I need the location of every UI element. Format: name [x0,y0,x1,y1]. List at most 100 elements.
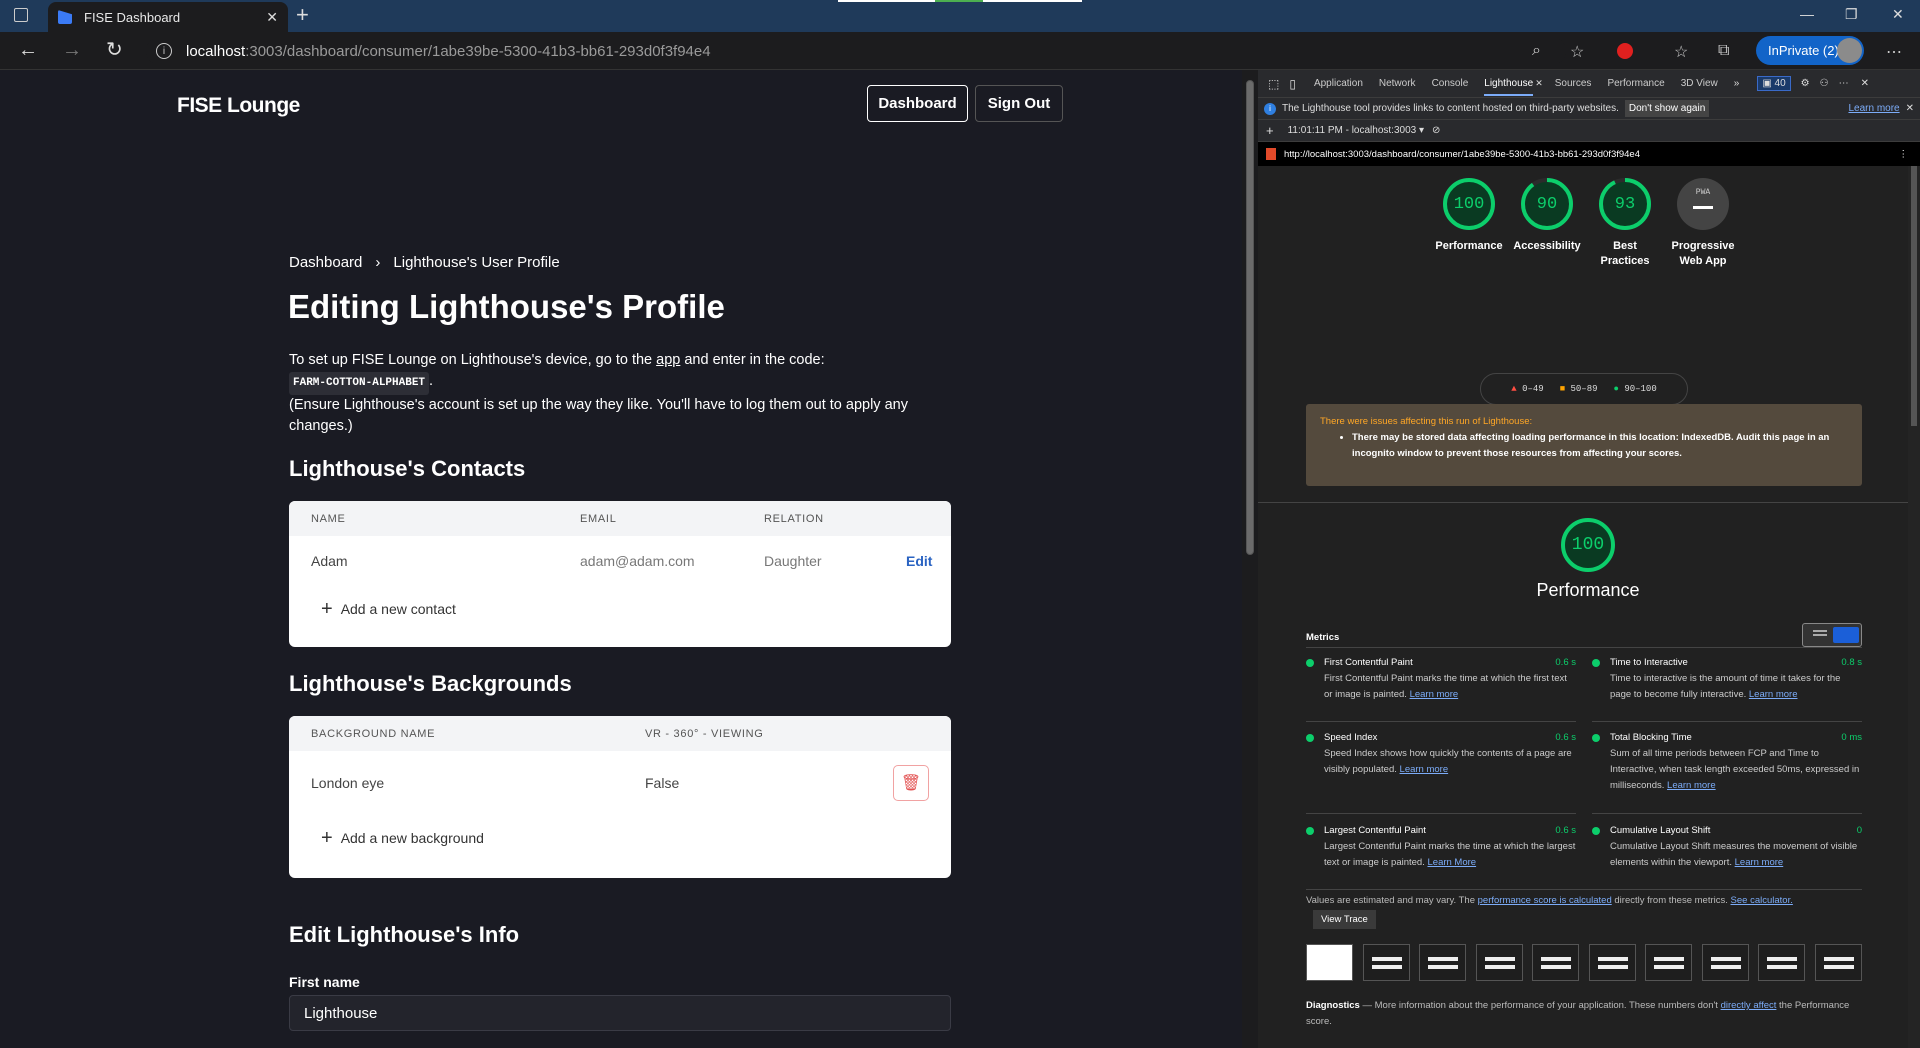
collections-icon[interactable]: ⧉ [1718,42,1729,60]
metric-value: 0.6 s [1555,732,1576,743]
extension-icon[interactable] [1617,43,1633,59]
sign-out-button[interactable]: Sign Out [975,85,1063,122]
legend-pass-label: 90–100 [1624,384,1657,394]
close-window-icon[interactable]: ✕ [1892,6,1904,23]
performance-gauge[interactable]: 100 [1441,176,1497,232]
intro-note: (Ensure Lighthouse's account is set up t… [289,397,908,434]
dashboard-button[interactable]: Dashboard [867,85,968,122]
breadcrumb-dashboard[interactable]: Dashboard [289,254,362,271]
back-icon[interactable]: ← [18,40,38,60]
devtools-menu-icon[interactable]: ⋯ [1839,78,1849,89]
metrics-view-toggle[interactable] [1802,623,1862,647]
learn-more-link[interactable]: Learn more [1735,857,1784,868]
best-practices-gauge[interactable]: 93 [1597,176,1653,232]
inspect-icon[interactable]: ⬚ [1268,77,1279,91]
add-contact-label: Add a new contact [340,601,456,617]
accessibility-gauge[interactable]: 90 [1519,176,1575,232]
metric-divider [1592,813,1862,814]
score-legend: ▲ 0–49 ■ 50–89 ● 90–100 [1480,373,1688,405]
tab-application[interactable]: Application [1314,78,1363,89]
restore-icon[interactable]: ❐ [1845,6,1858,23]
tab-lighthouse[interactable]: Lighthouse [1484,78,1534,96]
url-field[interactable]: i localhost:3003/dashboard/consumer/1abe… [146,37,1566,65]
expanded-view-icon[interactable] [1833,627,1859,643]
learn-more-link[interactable]: Learn More [1428,857,1477,868]
metric-divider [1306,813,1576,814]
score-calculated-link[interactable]: performance score is calculated [1478,895,1612,906]
app-link[interactable]: app [656,352,680,368]
dont-show-again-button[interactable]: Don't show again [1624,100,1710,117]
edit-contact-link[interactable]: Edit [906,553,932,569]
refresh-icon[interactable]: ↻ [106,40,123,60]
add-favorite-icon[interactable]: ☆ [1570,42,1584,62]
backgrounds-table: BACKGROUND NAME VR - 360° - VIEWING Lond… [289,716,951,878]
pwa-gauge[interactable]: PWA [1675,176,1731,232]
add-background-label: Add a new background [340,830,484,846]
close-tab-icon[interactable]: ✕ [1535,78,1543,89]
brand-logo[interactable]: FISE Lounge [177,94,300,118]
learn-more-link[interactable]: Learn more [1667,780,1716,791]
first-name-input[interactable]: Lighthouse [289,995,951,1031]
favorites-icon[interactable]: ☆ [1674,42,1688,62]
metric-desc: Sum of all time periods between FCP and … [1610,748,1860,791]
browser-tab[interactable]: FISE Dashboard ✕ [48,2,288,32]
device-toggle-icon[interactable]: ▯ [1289,77,1296,91]
warning-box: There were issues affecting this run of … [1306,404,1862,486]
clear-reports-icon[interactable]: ⊘ [1432,125,1440,136]
view-trace-button[interactable]: View Trace [1313,910,1376,929]
directly-affect-link[interactable]: directly affect [1721,1000,1777,1011]
zoom-icon[interactable]: ⌕ [1532,42,1541,60]
metric-title: Total Blocking Time [1610,732,1692,743]
learn-more-link[interactable]: Learn more [1400,764,1449,775]
col-vr-viewing: VR - 360° - VIEWING [645,727,764,740]
forward-icon[interactable]: → [62,40,82,60]
see-calculator-link[interactable]: See calculator. [1731,895,1793,906]
devtools-scroll-thumb[interactable] [1911,166,1917,426]
minimize-icon[interactable]: — [1800,6,1814,22]
infobar-learn-more[interactable]: Learn more [1848,103,1899,114]
gauge-label: Best Practices [1600,240,1650,267]
new-tab-icon[interactable]: + [296,4,309,26]
report-menu-icon[interactable]: ⋮ [1899,149,1909,160]
code-period: . [429,373,434,389]
add-contact-button[interactable]: + Add a new contact [289,586,951,632]
frame-bar [1598,965,1628,969]
tab-console[interactable]: Console [1432,78,1469,89]
intro-text-suffix: and enter in the code: [680,352,825,368]
learn-more-link[interactable]: Learn more [1749,689,1798,700]
metric-value: 0.6 s [1555,657,1576,668]
pwa-text: PWA [1695,188,1711,197]
tab-network[interactable]: Network [1379,78,1416,89]
backgrounds-heading: Lighthouse's Backgrounds [289,671,572,696]
close-infobar-icon[interactable]: ✕ [1906,103,1914,114]
run-selector[interactable]: 11:01:11 PM - localhost:3003 ▾ [1288,125,1424,136]
info-icon: i [1264,102,1276,115]
warning-title: There were issues affecting this run of … [1320,416,1533,427]
scrollbar-thumb[interactable] [1246,80,1254,555]
more-tabs-icon[interactable]: » [1734,78,1740,89]
add-background-button[interactable]: + Add a new background [289,815,951,861]
inprivate-label: InPrivate (2) [1768,43,1839,58]
tab-performance[interactable]: Performance [1607,78,1664,89]
devtools-scrollbar[interactable] [1908,166,1920,1048]
learn-more-link[interactable]: Learn more [1410,689,1459,700]
report-url[interactable]: http://localhost:3003/dashboard/consumer… [1284,149,1640,160]
compact-view-icon[interactable] [1813,630,1827,632]
tab-sources[interactable]: Sources [1555,78,1592,89]
tab-actions-icon[interactable] [14,8,28,22]
issues-badge[interactable]: ▣ 40 [1757,76,1791,91]
url-path: :3003/dashboard/consumer/1abe39be-5300-4… [245,42,711,60]
page-scrollbar[interactable] [1242,70,1258,1048]
more-menu-icon[interactable]: ⋯ [1886,42,1902,62]
delete-background-button[interactable]: 🗑 [893,765,929,801]
dock-icon[interactable]: ⚇ [1820,78,1829,89]
site-info-icon[interactable]: i [156,43,172,59]
close-tab-icon[interactable]: ✕ [266,9,278,26]
metric-tti: Time to Interactive 0.8 s Time to intera… [1592,655,1862,703]
inprivate-button[interactable]: InPrivate (2) [1756,36,1864,65]
profile-avatar[interactable] [1837,38,1862,63]
close-devtools-icon[interactable]: ✕ [1861,78,1869,89]
settings-icon[interactable]: ⚙ [1801,78,1810,89]
new-report-icon[interactable]: + [1266,123,1274,138]
tab-3d-view[interactable]: 3D View [1681,78,1718,89]
